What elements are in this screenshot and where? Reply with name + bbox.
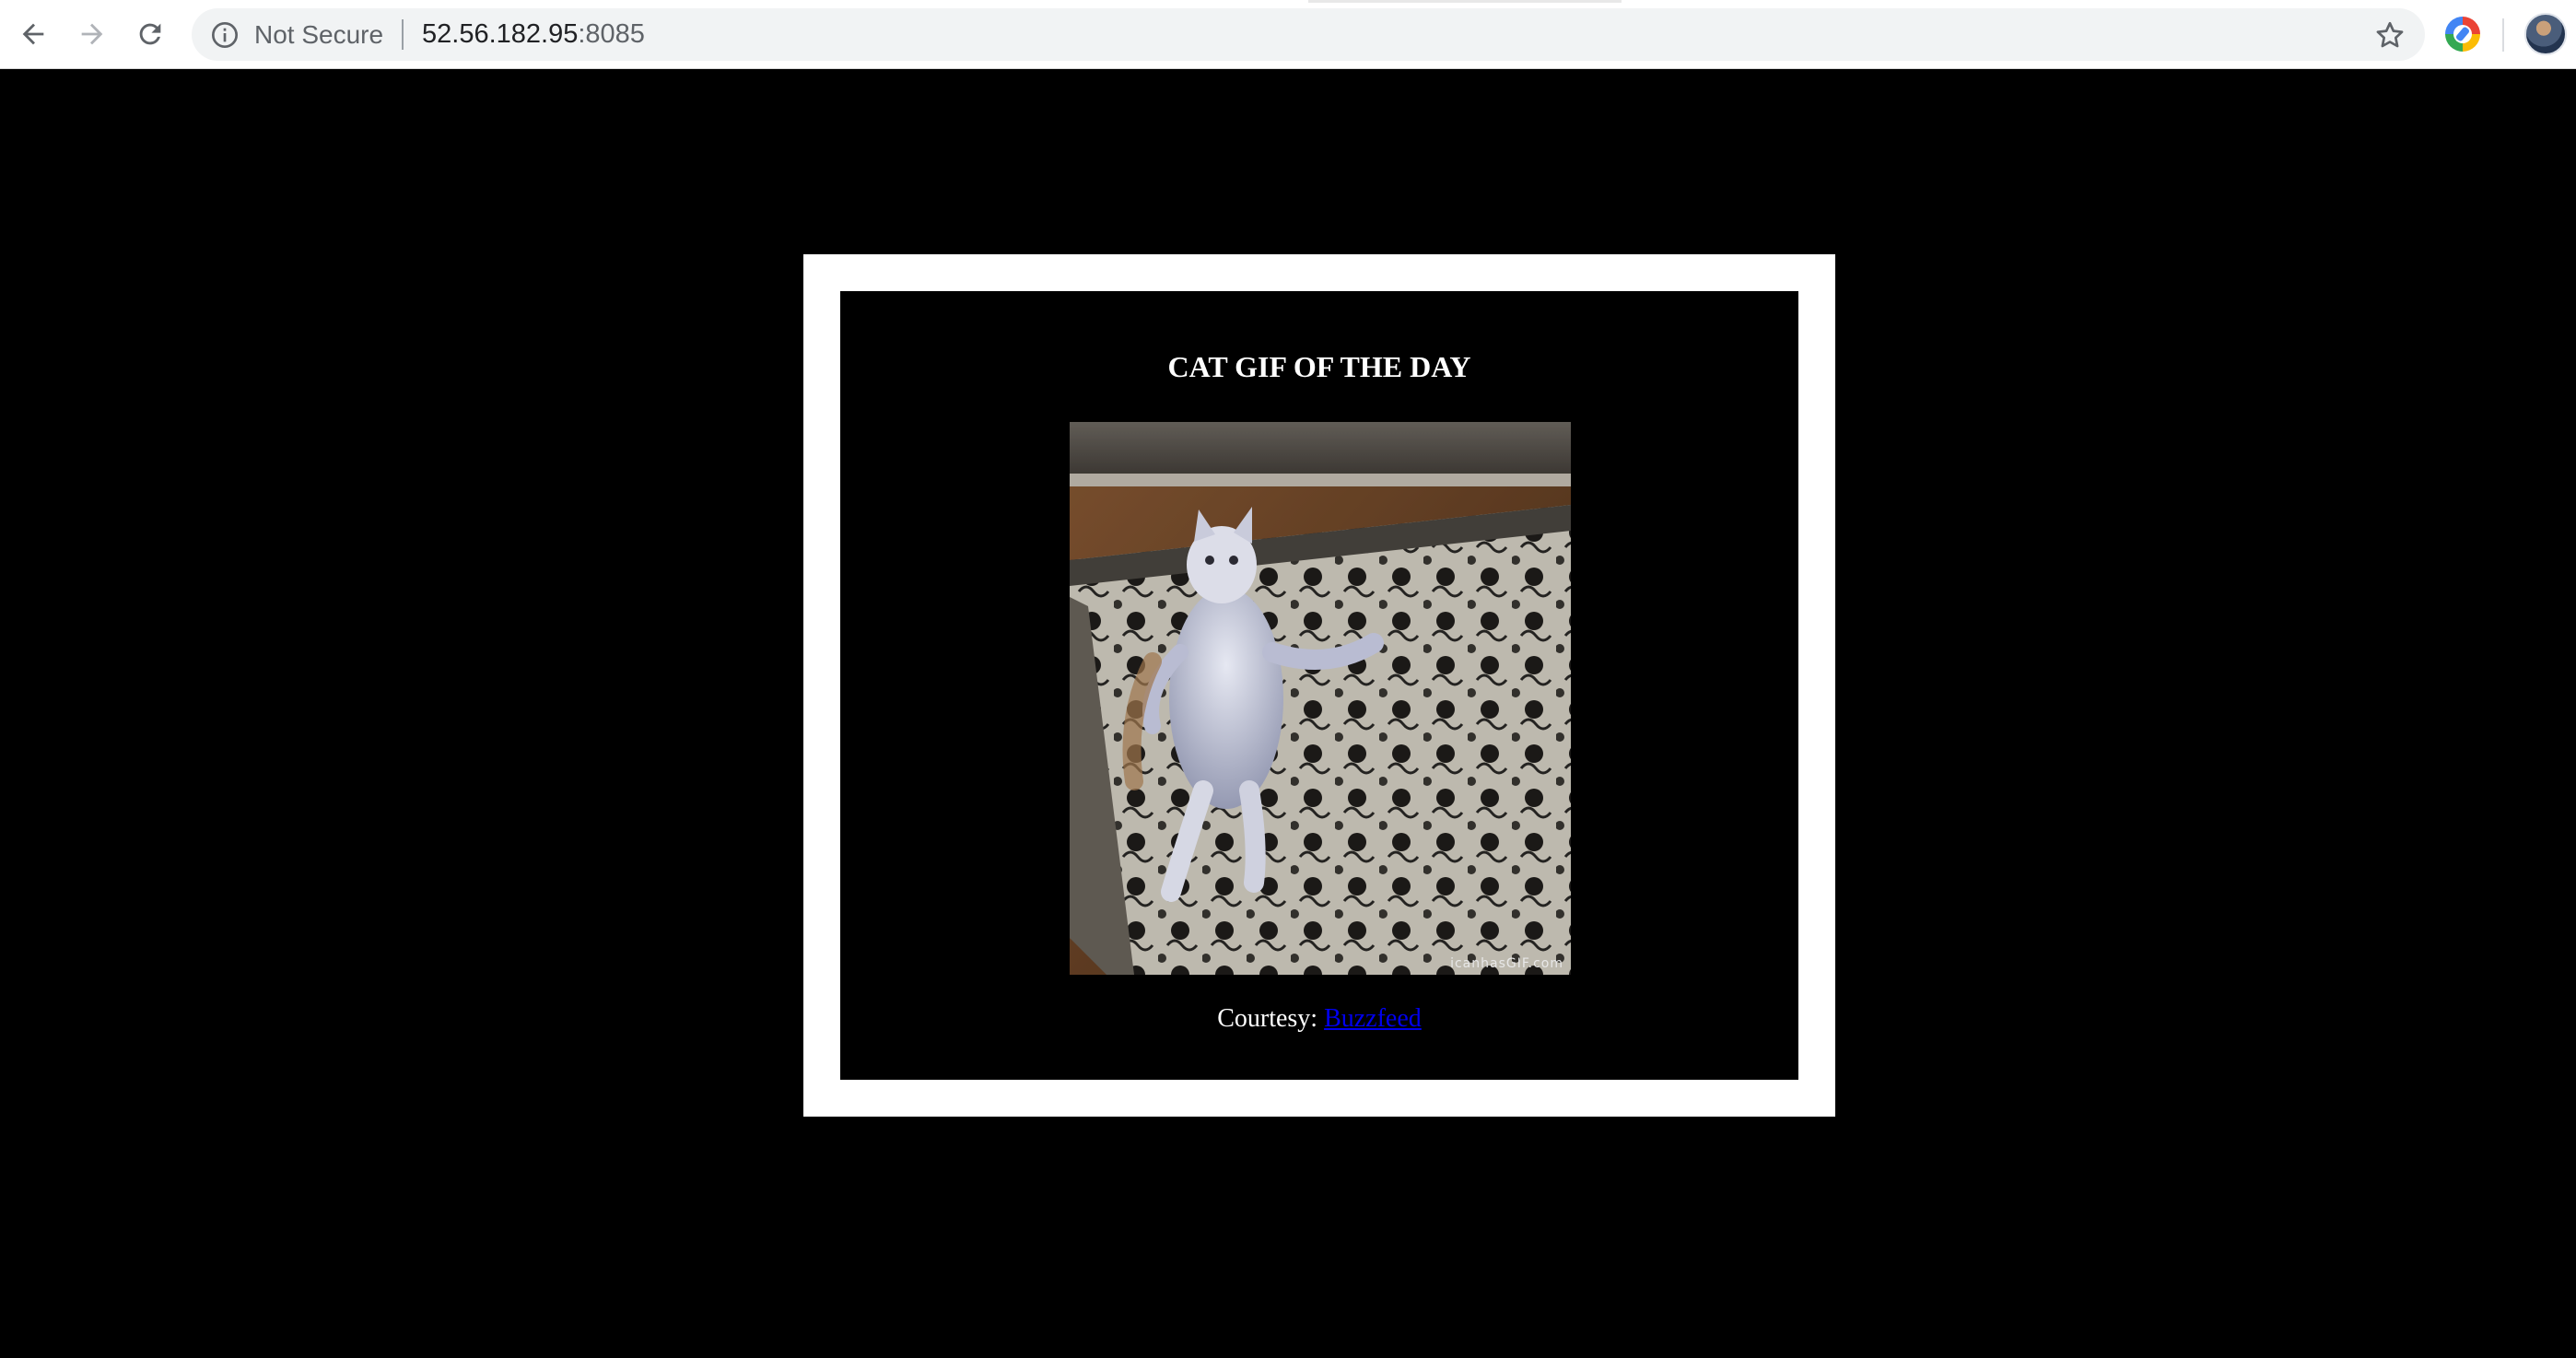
address-bar[interactable]: Not Secure 52.56.182.95:8085 xyxy=(192,8,2425,61)
tab-load-indicator xyxy=(1308,0,1622,3)
url-port: :8085 xyxy=(578,19,645,49)
url-host: 52.56.182.95 xyxy=(422,19,579,49)
back-button[interactable] xyxy=(11,12,55,56)
address-divider xyxy=(402,19,404,50)
extension-icon[interactable] xyxy=(2445,17,2480,52)
browser-toolbar: Not Secure 52.56.182.95:8085 xyxy=(0,0,2576,69)
back-arrow-icon xyxy=(22,23,44,45)
toolbar-divider xyxy=(2502,18,2504,52)
forward-button[interactable] xyxy=(70,12,114,56)
page-title: CAT GIF OF THE DAY xyxy=(1167,350,1471,383)
forward-arrow-icon xyxy=(81,23,103,45)
courtesy-label: Courtesy: xyxy=(1217,1004,1318,1033)
courtesy-line: Courtesy: Buzzfeed xyxy=(840,1004,1798,1034)
reload-icon xyxy=(139,23,161,45)
content-panel: CAT GIF OF THE DAY icanhasGIF.com Courte… xyxy=(840,291,1798,1080)
content-frame: CAT GIF OF THE DAY icanhasGIF.com Courte… xyxy=(803,254,1835,1117)
star-icon[interactable] xyxy=(2373,18,2406,52)
info-icon[interactable] xyxy=(210,20,240,50)
url-text[interactable]: 52.56.182.95:8085 xyxy=(422,8,645,61)
buzzfeed-link[interactable]: Buzzfeed xyxy=(1324,1004,1422,1033)
gif-watermark: icanhasGIF.com xyxy=(1450,956,1563,971)
security-label[interactable]: Not Secure xyxy=(254,8,383,61)
reload-button[interactable] xyxy=(128,12,172,56)
profile-avatar[interactable] xyxy=(2524,13,2567,55)
cat-gif-image: icanhasGIF.com xyxy=(1070,422,1571,975)
